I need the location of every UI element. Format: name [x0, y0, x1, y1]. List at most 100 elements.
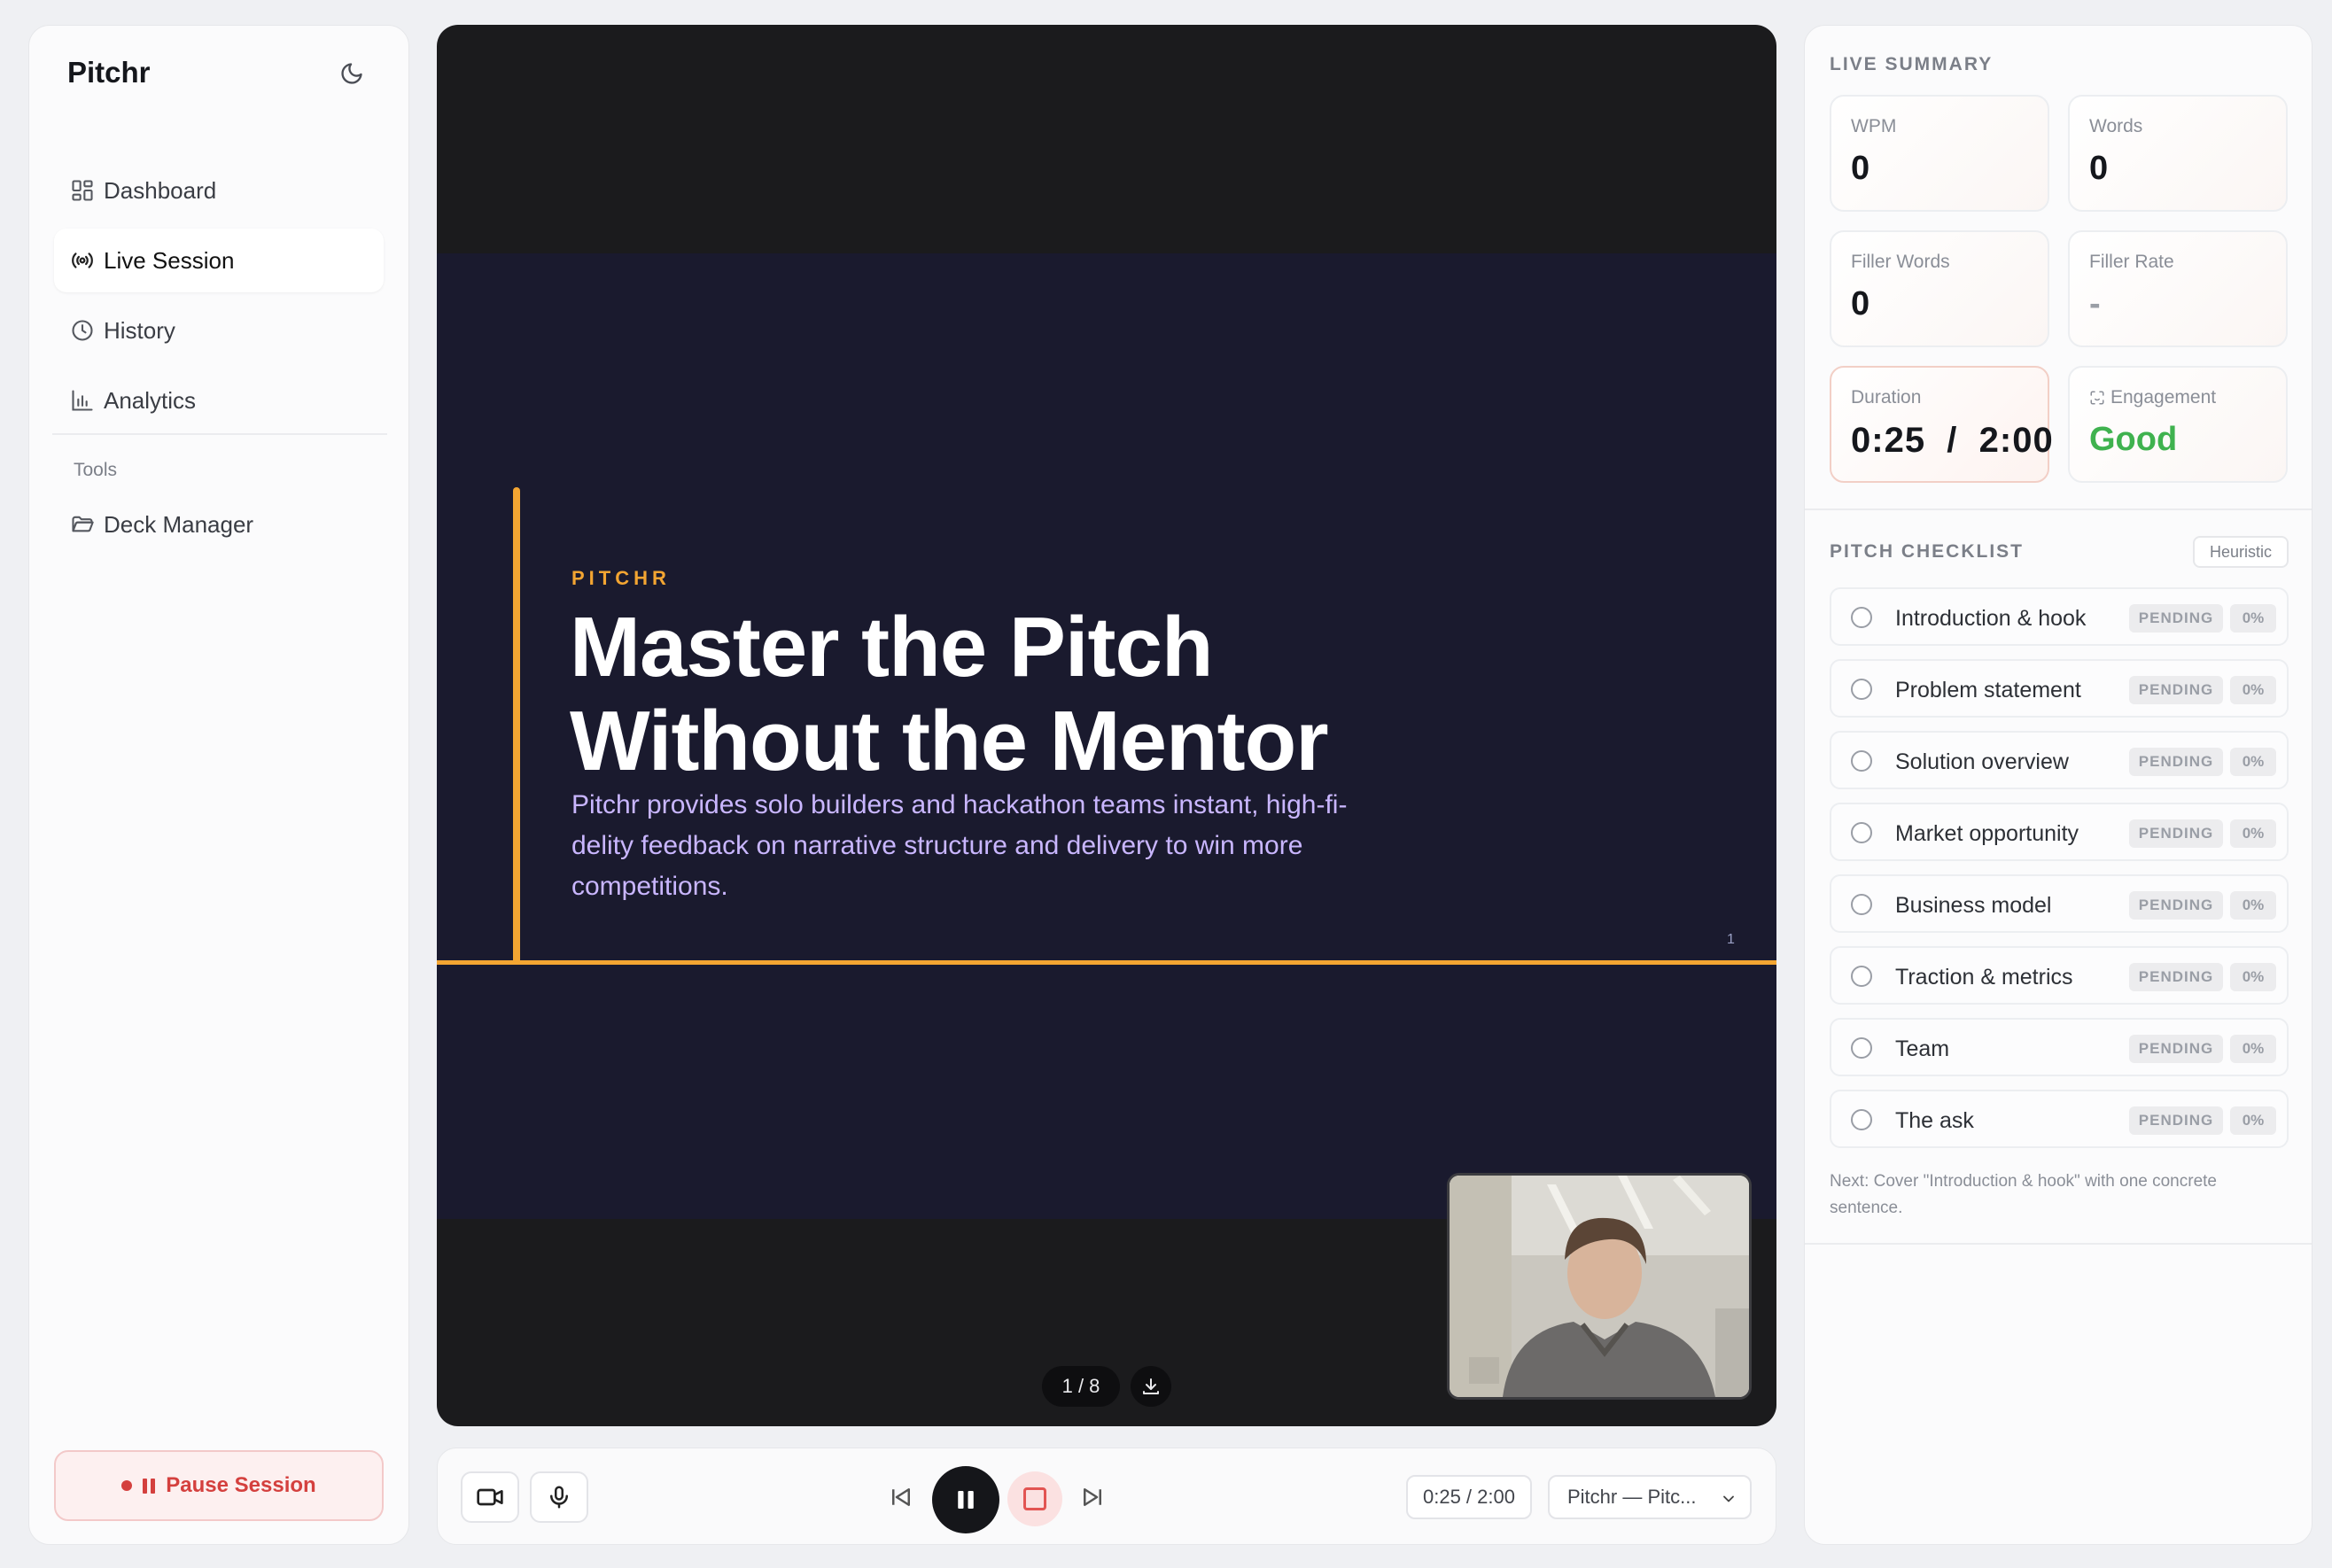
stat-card-duration: Duration 0:25 / 2:00 [1830, 366, 2054, 483]
progress-badge: 0% [2230, 748, 2276, 776]
webcam-preview[interactable] [1447, 1173, 1752, 1400]
nav-item-dashboard[interactable]: Dashboard [54, 159, 384, 222]
stat-card-engagement: Engagement Good [2068, 366, 2288, 483]
status-badge: PENDING [2129, 1106, 2223, 1135]
engagement-label: Engagement [2110, 387, 2217, 408]
nav-label: Deck Manager [104, 510, 254, 538]
status-badge: PENDING [2129, 748, 2223, 776]
checklist-item-name: Solution overview [1895, 749, 2069, 774]
status-badge: PENDING [2129, 963, 2223, 991]
session-controls: 0:25 / 2:00 Pitchr — Pitc... [437, 1448, 1776, 1545]
stat-value: 0 [1851, 150, 1870, 187]
sidebar: Pitchr Dashboard Live Session History An… [28, 25, 409, 1545]
radio-circle-icon [1851, 822, 1872, 843]
pause-recording-button[interactable] [932, 1466, 999, 1533]
stat-label: Engagement [2089, 387, 2286, 408]
nav-item-live-session[interactable]: Live Session [54, 229, 384, 292]
presentation-stage: PITCHR Master the Pitch Without the Ment… [437, 25, 1776, 1426]
checklist-item-name: The ask [1895, 1108, 1974, 1133]
video-camera-icon [477, 1488, 503, 1506]
nav-item-deck-manager[interactable]: Deck Manager [54, 493, 384, 556]
slide-title-line-2: Without the Mentor [570, 694, 1329, 788]
pause-icon [958, 1491, 974, 1509]
slide-eyebrow: PITCHR [571, 567, 671, 589]
checklist-item[interactable]: Introduction & hook PENDING 0% [1830, 587, 2289, 646]
deck-select-value: Pitchr — Pitc... [1567, 1486, 1697, 1508]
radio-circle-icon [1851, 894, 1872, 915]
checklist-item[interactable]: Problem statement PENDING 0% [1830, 659, 2289, 718]
stat-label: WPM [1851, 116, 1897, 136]
status-badge: PENDING [2129, 891, 2223, 920]
nav-item-history[interactable]: History [54, 299, 384, 362]
checklist-item-name: Team [1895, 1036, 1950, 1061]
checklist-item-name: Problem statement [1895, 678, 2081, 702]
right-panel: LIVE SUMMARY WPM 0 Words 0 Filler Words … [1804, 25, 2313, 1545]
checklist-item[interactable]: The ask PENDING 0% [1830, 1090, 2289, 1148]
nav-label: Live Session [104, 246, 235, 274]
checklist-item[interactable]: Team PENDING 0% [1830, 1018, 2289, 1076]
stat-label: Words [2089, 116, 2143, 136]
checklist-item[interactable]: Traction & metrics PENDING 0% [1830, 946, 2289, 1005]
checklist-item-name: Market opportunity [1895, 821, 2079, 846]
summary-divider [1805, 508, 2312, 510]
slide-progress-line [437, 960, 1776, 965]
dashboard-icon [72, 180, 93, 201]
stat-card-filler-words: Filler Words 0 [1830, 230, 2049, 347]
microphone-toggle-button[interactable] [530, 1471, 588, 1523]
elapsed-time-readout: 0:25 / 2:00 [1406, 1475, 1532, 1519]
stat-card-wpm: WPM 0 [1830, 95, 2049, 212]
moon-icon [341, 63, 362, 84]
nav-label: Dashboard [104, 176, 217, 204]
stat-value: 0 [2089, 150, 2109, 187]
pause-icon [143, 1478, 156, 1494]
stat-label: Filler Rate [2089, 252, 2174, 272]
radio-circle-icon [1851, 679, 1872, 700]
stop-recording-button[interactable] [1007, 1471, 1062, 1526]
status-badge: PENDING [2129, 819, 2223, 848]
deck-select[interactable]: Pitchr — Pitc... [1548, 1475, 1752, 1519]
checklist-divider [1805, 1243, 2312, 1245]
folder-icon [72, 516, 94, 532]
checklist-item[interactable]: Market opportunity PENDING 0% [1830, 803, 2289, 861]
next-slide-button[interactable] [1070, 1475, 1115, 1519]
chevron-down-icon [1723, 1495, 1734, 1502]
next-step-hint: Next: Cover "Introduction & hook" with o… [1830, 1172, 2217, 1217]
checklist-item[interactable]: Business model PENDING 0% [1830, 874, 2289, 933]
nav-label: Analytics [104, 386, 197, 414]
slide-title-line-1: Master the Pitch [570, 600, 1214, 695]
brand-logo: Pitchr [67, 56, 151, 89]
stat-value: 0:25 / 2:00 [1851, 421, 2054, 460]
broadcast-icon [72, 252, 93, 268]
status-badge: PENDING [2129, 1035, 2223, 1063]
clock-icon [72, 320, 93, 341]
checklist-item-name: Introduction & hook [1895, 606, 2087, 631]
stop-icon [1023, 1487, 1046, 1510]
radio-circle-icon [1851, 966, 1872, 987]
nav-item-analytics[interactable]: Analytics [54, 369, 384, 432]
progress-badge: 0% [2230, 604, 2276, 633]
skip-back-icon [892, 1488, 910, 1506]
status-badge: PENDING [2129, 676, 2223, 704]
face-scan-icon [2090, 391, 2104, 405]
nav-label: History [104, 316, 175, 344]
pause-session-button[interactable]: Pause Session [54, 1450, 384, 1521]
slide-accent-bar [513, 487, 520, 964]
progress-badge: 0% [2230, 819, 2276, 848]
progress-badge: 0% [2230, 963, 2276, 991]
tools-heading: Tools [74, 460, 118, 480]
progress-badge: 0% [2230, 676, 2276, 704]
progress-badge: 0% [2230, 1106, 2276, 1135]
page-indicator: 1 / 8 [1042, 1366, 1120, 1407]
download-icon [1143, 1378, 1159, 1394]
stat-label: Filler Words [1851, 252, 1950, 272]
bar-chart-icon [72, 390, 93, 411]
checklist-item[interactable]: Solution overview PENDING 0% [1830, 731, 2289, 789]
pitch-checklist-heading: PITCH CHECKLIST [1830, 541, 2024, 562]
stat-card-filler-rate: Filler Rate - [2068, 230, 2288, 347]
radio-circle-icon [1851, 607, 1872, 628]
theme-toggle-button[interactable] [330, 52, 373, 95]
camera-toggle-button[interactable] [461, 1471, 519, 1523]
previous-slide-button[interactable] [879, 1475, 923, 1519]
radio-circle-icon [1851, 1037, 1872, 1059]
download-slide-button[interactable] [1131, 1366, 1171, 1407]
